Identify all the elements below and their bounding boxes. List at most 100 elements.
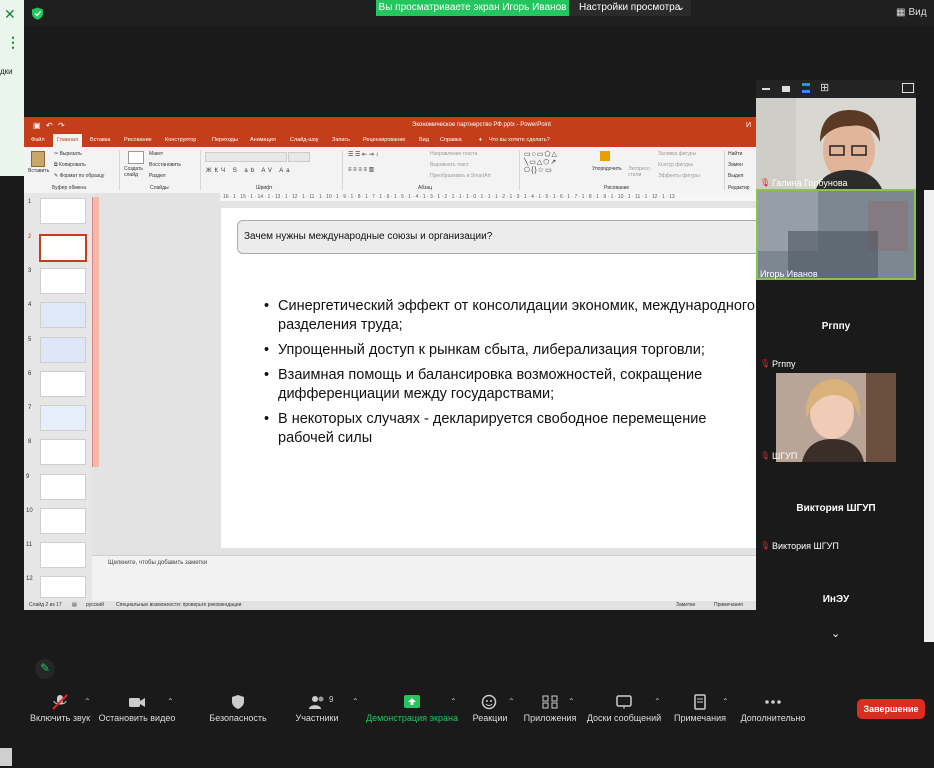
view-button[interactable]: ▦ Вид bbox=[896, 7, 927, 18]
slide-thumbnail[interactable] bbox=[40, 302, 86, 328]
slide-thumbnail[interactable] bbox=[40, 268, 86, 294]
tab-transitions[interactable]: Переходы bbox=[212, 134, 238, 147]
tab-record[interactable]: Запись bbox=[332, 134, 350, 147]
security-shield-icon[interactable] bbox=[229, 694, 247, 710]
format-painter-button[interactable]: ✎ Формат по образцу bbox=[54, 173, 104, 179]
mic-muted-icon[interactable] bbox=[51, 694, 69, 710]
tab-animations[interactable]: Анимация bbox=[250, 134, 276, 147]
unmute-label[interactable]: Включить звук bbox=[30, 713, 90, 723]
font-name-box[interactable] bbox=[205, 152, 287, 162]
tab-view[interactable]: Вид bbox=[419, 134, 429, 147]
select-button[interactable]: Выдел bbox=[728, 173, 743, 179]
comments-toggle[interactable]: Примечания bbox=[714, 601, 743, 610]
slide-thumbnail[interactable] bbox=[40, 198, 86, 224]
smartart-button[interactable]: Преобразовать в SmartArt bbox=[430, 173, 491, 179]
list-buttons[interactable]: ☰ ☰ ⇤ ⇥ ↕ bbox=[348, 151, 378, 158]
minimize-icon[interactable] bbox=[762, 88, 770, 90]
text-direction-button[interactable]: Направление текста bbox=[430, 151, 477, 157]
tell-me-search[interactable]: Что вы хотите сделать? bbox=[489, 134, 550, 147]
close-icon[interactable]: ✕ bbox=[4, 6, 16, 23]
slide-thumbnail[interactable] bbox=[40, 508, 86, 534]
tab-home[interactable]: Главная bbox=[53, 134, 82, 147]
slide-thumbnail[interactable] bbox=[40, 576, 86, 598]
font-size-box[interactable] bbox=[288, 152, 310, 162]
chevron-up-icon[interactable]: ⌃ bbox=[84, 697, 91, 706]
arrange-button[interactable]: Упорядочить bbox=[592, 166, 622, 172]
view-settings-dropdown[interactable]: Настройки просмотра ⌄ bbox=[569, 0, 691, 16]
align-text-button[interactable]: Выровнять текст bbox=[430, 162, 469, 168]
slide-thumbnail[interactable] bbox=[40, 337, 86, 363]
gallery-view-icon[interactable]: ⊞ bbox=[820, 81, 829, 94]
new-slide-button[interactable]: Создать слайд bbox=[124, 166, 150, 178]
undo-icon[interactable]: ↶ bbox=[46, 117, 53, 134]
whiteboard-icon[interactable] bbox=[615, 694, 633, 710]
slide-thumbnail[interactable] bbox=[40, 371, 86, 397]
chevron-up-icon[interactable]: ⌃ bbox=[352, 697, 359, 706]
tab-design[interactable]: Конструктор bbox=[165, 134, 196, 147]
slide-thumbnail[interactable] bbox=[40, 542, 86, 568]
layout-button[interactable]: Макет bbox=[149, 151, 163, 157]
chevron-up-icon[interactable]: ⌃ bbox=[167, 697, 174, 706]
find-button[interactable]: Найти bbox=[728, 151, 742, 157]
font-format-buttons[interactable]: ЖКЧ S ab AV Aa bbox=[206, 168, 293, 174]
tab-slideshow[interactable]: Слайд-шоу bbox=[290, 134, 319, 147]
more-options-icon[interactable]: ⋮ bbox=[6, 34, 20, 51]
chevron-up-icon[interactable]: ⌃ bbox=[508, 697, 515, 706]
chevron-up-icon[interactable]: ⌃ bbox=[722, 697, 729, 706]
chevron-down-icon[interactable]: ⌄ bbox=[831, 627, 840, 640]
taskbar-app-icon[interactable] bbox=[0, 748, 12, 766]
accessibility-status[interactable]: Специальные возможности: проверьте реком… bbox=[116, 601, 241, 610]
reactions-icon[interactable] bbox=[481, 694, 499, 710]
annotate-button[interactable]: ✎ bbox=[35, 659, 55, 679]
speaker-view-icon[interactable] bbox=[782, 86, 790, 92]
strip-view-icon[interactable] bbox=[802, 83, 810, 93]
page-scrollbar[interactable] bbox=[924, 190, 934, 642]
exit-fullscreen-icon[interactable] bbox=[902, 83, 914, 93]
chevron-up-icon[interactable]: ⌃ bbox=[450, 697, 457, 706]
slide-thumbnail[interactable] bbox=[40, 474, 86, 500]
paste-icon[interactable] bbox=[31, 151, 45, 167]
notes-label[interactable]: Примечания bbox=[674, 713, 726, 723]
tab-insert[interactable]: Вставка bbox=[90, 134, 110, 147]
whiteboards-label[interactable]: Доски сообщений bbox=[587, 713, 661, 723]
chevron-up-icon[interactable]: ⌃ bbox=[568, 697, 575, 706]
language[interactable]: русский bbox=[86, 601, 104, 610]
slide-thumbnail[interactable] bbox=[40, 439, 86, 465]
video-camera-icon[interactable] bbox=[128, 694, 146, 710]
paste-button[interactable]: Вставить bbox=[28, 168, 49, 174]
share-screen-icon[interactable] bbox=[403, 694, 421, 710]
quick-styles-button[interactable]: Экспресс-стили bbox=[628, 166, 654, 178]
tab-help[interactable]: Справка bbox=[440, 134, 462, 147]
redo-icon[interactable]: ↷ bbox=[58, 117, 65, 134]
participants-label[interactable]: Участники bbox=[296, 713, 339, 723]
tab-file[interactable]: Файл bbox=[31, 134, 45, 147]
new-slide-icon[interactable] bbox=[128, 151, 144, 164]
video-tile[interactable]: 🎙 Галина Горбунова bbox=[756, 98, 916, 189]
chevron-up-icon[interactable]: ⌃ bbox=[654, 697, 661, 706]
align-buttons[interactable]: ≡ ≡ ≡ ≡ ▥ bbox=[348, 166, 374, 173]
reactions-label[interactable]: Реакции bbox=[473, 713, 508, 723]
more-icon[interactable] bbox=[764, 694, 782, 710]
security-label[interactable]: Безопасность bbox=[209, 713, 266, 723]
share-screen-label[interactable]: Демонстрация экрана bbox=[366, 713, 458, 723]
tab-draw[interactable]: Рисование bbox=[124, 134, 152, 147]
shape-effects-button[interactable]: Эффекты фигуры bbox=[658, 173, 700, 179]
apps-label[interactable]: Приложения bbox=[524, 713, 577, 723]
slide-thumbnail[interactable] bbox=[40, 405, 86, 431]
reset-button[interactable]: Восстановить bbox=[149, 162, 181, 168]
video-tile[interactable]: 🎙 ШГУП bbox=[756, 371, 916, 462]
section-button[interactable]: Раздел bbox=[149, 173, 166, 179]
slide-bullet-list[interactable]: Синергетический эффект от консолидации э… bbox=[264, 297, 756, 454]
video-tile-active-speaker[interactable]: Игорь Иванов bbox=[756, 189, 916, 280]
copy-button[interactable]: ⧉ Копировать bbox=[54, 162, 86, 168]
cut-button[interactable]: ✂ Вырезать bbox=[54, 151, 82, 157]
thumbs-scrollbar[interactable] bbox=[92, 197, 99, 467]
user-initial[interactable]: И bbox=[746, 117, 751, 134]
apps-icon[interactable] bbox=[541, 694, 559, 710]
more-label[interactable]: Дополнительно bbox=[741, 713, 806, 723]
save-icon[interactable]: ▣ bbox=[33, 117, 41, 134]
participants-icon[interactable] bbox=[308, 694, 326, 710]
shape-fill-button[interactable]: Заливка фигуры bbox=[658, 151, 696, 157]
slide-thumbnail-selected[interactable] bbox=[39, 234, 87, 262]
shapes-gallery[interactable]: ▭○▭⬠△ ╲▭△⬡↗ ⎔{}☆▭ bbox=[524, 150, 558, 174]
